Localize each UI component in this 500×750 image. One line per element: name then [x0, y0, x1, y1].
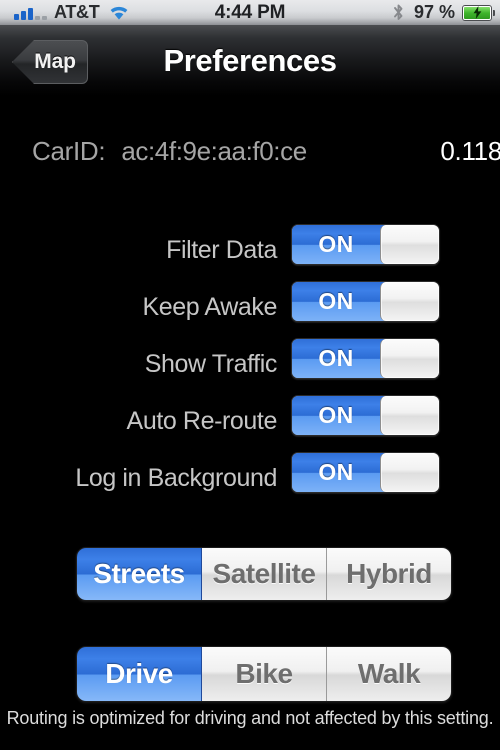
toggle-keep-awake[interactable]: ON: [291, 281, 440, 322]
wifi-icon: [108, 4, 130, 21]
toggle-state-label: ON: [318, 345, 354, 371]
setting-label: Filter Data: [166, 236, 277, 264]
toggle-filter-data[interactable]: ON: [291, 224, 440, 265]
segment-streets[interactable]: Streets: [77, 548, 202, 600]
toggle-auto-reroute[interactable]: ON: [291, 395, 440, 436]
toggle-state-label: ON: [318, 402, 354, 428]
setting-row-log-in-background: Log in Background ON: [0, 450, 500, 507]
toggle-on-track: ON: [292, 453, 385, 492]
segmented-control-map-type[interactable]: Streets Satellite Hybrid: [76, 547, 452, 601]
setting-label: Auto Re-route: [126, 407, 278, 435]
footer-note: Routing is optimized for driving and not…: [6, 708, 494, 728]
setting-label: Log in Background: [75, 464, 277, 492]
back-button-label: Map: [34, 50, 76, 73]
status-bar: AT&T 4:44 PM 97 %: [0, 0, 500, 25]
segment-walk[interactable]: Walk: [327, 647, 451, 701]
toggle-knob[interactable]: [380, 225, 439, 264]
toggle-log-in-background[interactable]: ON: [291, 452, 440, 493]
app-version-label: 0.118: [440, 135, 500, 166]
toggle-state-label: ON: [318, 231, 354, 257]
setting-row-filter-data: Filter Data ON: [0, 222, 500, 279]
segment-bike[interactable]: Bike: [202, 647, 327, 701]
carid-value: ac:4f:9e:aa:f0:ce: [121, 135, 307, 166]
toggle-knob[interactable]: [380, 339, 439, 378]
status-bar-right: 97 %: [285, 2, 496, 23]
toggle-on-track: ON: [292, 396, 385, 435]
segmented-control-travel-mode[interactable]: Drive Bike Walk: [76, 646, 452, 702]
bluetooth-icon: [392, 3, 405, 22]
toggle-on-track: ON: [292, 225, 385, 264]
carrier-label: AT&T: [54, 2, 100, 22]
back-button-map[interactable]: Map: [12, 40, 88, 84]
toggle-knob[interactable]: [380, 282, 439, 321]
setting-row-auto-reroute: Auto Re-route ON: [0, 393, 500, 450]
carid-label: CarID:: [32, 135, 106, 166]
status-bar-center: 4:44 PM: [214, 1, 286, 24]
toggle-state-label: ON: [318, 459, 354, 485]
toggle-knob[interactable]: [380, 453, 439, 492]
toggle-knob[interactable]: [380, 396, 439, 435]
setting-label: Show Traffic: [144, 350, 278, 378]
battery-percent-label: 97 %: [413, 2, 456, 22]
clock-label: 4:44 PM: [214, 1, 286, 23]
status-bar-left: AT&T: [8, 2, 215, 23]
toggle-on-track: ON: [292, 282, 385, 321]
segment-hybrid[interactable]: Hybrid: [327, 548, 451, 600]
setting-label: Keep Awake: [142, 293, 277, 321]
segment-satellite[interactable]: Satellite: [202, 548, 327, 600]
settings-list: Filter Data ON Keep Awake ON Show Traffi…: [0, 222, 500, 507]
preferences-screen: AT&T 4:44 PM 97 % Map Preferences CarID:…: [0, 0, 500, 750]
toggle-state-label: ON: [318, 288, 354, 314]
segment-drive[interactable]: Drive: [77, 647, 202, 701]
toggle-on-track: ON: [292, 339, 385, 378]
battery-charging-icon: [462, 4, 496, 21]
navigation-bar: Map Preferences: [0, 25, 500, 97]
carid-row: CarID: ac:4f:9e:aa:f0:ce 0.118: [0, 130, 500, 172]
setting-row-show-traffic: Show Traffic ON: [0, 336, 500, 393]
setting-row-keep-awake: Keep Awake ON: [0, 279, 500, 336]
signal-bars-icon: [14, 6, 47, 20]
toggle-show-traffic[interactable]: ON: [291, 338, 440, 379]
